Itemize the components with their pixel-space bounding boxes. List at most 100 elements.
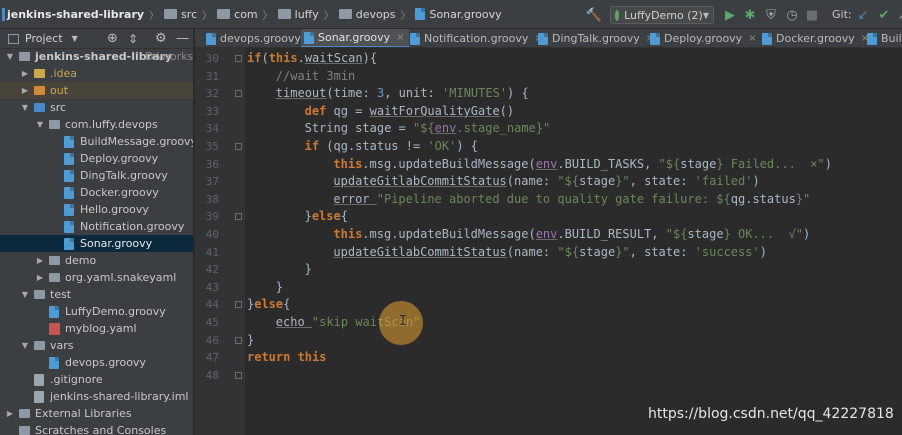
tree-item-label: com.luffy.devops [65,118,158,131]
folder-icon [217,9,231,19]
project-view-title[interactable]: Project [25,32,63,45]
collapse-all-icon[interactable]: ⇕ [128,32,138,46]
close-tab-icon[interactable]: × [396,32,404,43]
editor-tab[interactable]: DingTalk.groovy× [535,29,658,47]
tree-item[interactable]: ▶ .idea [0,65,193,82]
fold-marker-icon[interactable] [235,371,242,379]
collapse-arrow-icon[interactable]: ▶ [20,86,30,95]
code-token: stage [680,156,717,171]
breadcrumb-item[interactable]: Sonar.groovy [415,8,502,21]
profile-icon[interactable]: ◷ [784,7,800,23]
code-token: waitForQualityGate [369,103,500,118]
collapse-arrow-icon[interactable]: ▶ [35,273,45,282]
code-token: ) [752,174,760,189]
fold-marker-icon[interactable] [235,90,242,98]
locate-file-icon[interactable]: ⊕ [107,31,118,46]
tree-item[interactable]: ▶ out [0,82,193,99]
code-token: } OK... √" [723,227,804,241]
tree-item[interactable]: ▶ External Libraries [0,405,193,422]
breadcrumb-item[interactable]: jenkins-shared-library [0,7,144,21]
fold-marker-icon[interactable] [235,301,242,309]
code-token: ( [506,244,515,259]
git-commit-icon[interactable]: ✔ [876,7,892,23]
run-configuration-select[interactable]: LuffyDemo (2) ▼ [610,6,714,24]
tree-item[interactable]: myblog.yaml [0,320,193,337]
collapse-arrow-icon[interactable]: ▶ [35,256,45,265]
tree-item[interactable]: ▼jenkins-shared-libraryD:\worksp [0,48,193,65]
tree-item[interactable]: .gitignore [0,371,193,388]
code-line: } [276,279,283,296]
tree-item[interactable]: ▶ org.yaml.snakeyaml [0,269,193,286]
fold-marker-icon[interactable] [235,336,242,344]
tree-item[interactable]: ▶ demo [0,252,193,269]
hide-panel-icon[interactable]: — [176,31,189,46]
breadcrumb-item[interactable]: com [217,8,258,21]
git-update-icon[interactable]: ↙ [855,7,871,23]
tree-item-label: Scratches and Consoles [35,424,167,435]
tree-item-label: LuffyDemo.groovy [65,305,166,318]
tree-item-label: devops.groovy [65,356,146,369]
tree-item[interactable]: LuffyDemo.groovy [0,303,193,320]
tree-item[interactable]: DingTalk.groovy [0,167,193,184]
code-token: this [333,227,363,241]
close-tab-icon[interactable]: × [748,33,756,44]
editor-tab[interactable]: Buil [864,29,902,47]
editor-gutter: 30 31 32 33 34 35 36 37 38 39 40 41 42 43 44 45 46 47 48 [195,48,245,435]
groovy-file-icon [64,186,74,199]
code-token: ){ [362,51,378,65]
code-line: } [305,261,312,278]
expand-arrow-icon[interactable]: ▼ [35,120,45,129]
tree-item[interactable]: jenkins-shared-library.iml [0,388,193,405]
code-token: if [247,51,262,65]
breadcrumb-item[interactable]: devops [338,8,395,21]
debug-icon[interactable]: ✱ [742,7,758,23]
tree-item[interactable]: Hello.groovy [0,201,193,218]
code-editor[interactable]: if(this.waitScan){//wait 3min timeout(tim… [245,48,902,435]
tree-item[interactable]: Deploy.groovy [0,150,193,167]
fold-marker-icon[interactable] [235,143,242,150]
fold-marker-icon[interactable] [235,213,242,221]
editor-tab[interactable]: Deploy.groovy × [647,29,761,47]
breadcrumb-item[interactable]: src [164,8,197,21]
tree-item[interactable]: ▼ com.luffy.devops [0,116,193,133]
code-line: return this [247,349,326,366]
tree-item[interactable]: Docker.groovy [0,184,193,201]
tree-item-label: Docker.groovy [80,186,159,199]
expand-arrow-icon[interactable]: ▼ [20,103,30,112]
code-line: }else{ [305,208,348,225]
editor-tab[interactable]: Sonar.groovy × [301,29,409,47]
expand-arrow-icon[interactable]: ▼ [20,290,30,299]
collapse-arrow-icon[interactable]: ▶ [20,69,30,78]
code-token: } [247,332,255,347]
tree-item[interactable]: Notification.groovy [0,218,193,235]
tree-item[interactable]: ▼ vars [0,337,193,354]
chevron-down-icon[interactable]: ▼ [72,34,78,43]
line-number: 48 [205,368,219,382]
tree-item[interactable]: ▼ test [0,286,193,303]
code-token: return this [247,350,327,365]
expand-arrow-icon[interactable]: ▼ [20,341,30,350]
stop-icon[interactable]: ■ [804,7,820,23]
tree-item[interactable]: BuildMessage.groovy [0,133,193,150]
code-token: , [629,174,645,189]
tree-item[interactable]: Scratches and Consoles [0,422,193,435]
editor-tab[interactable]: Notification.groovy× [407,29,547,47]
coverage-icon[interactable]: ⛨ [763,7,779,23]
settings-gear-icon[interactable]: ⚙ [155,31,167,46]
code-token: }" [795,191,811,206]
code-token: 'OK' [427,139,457,153]
editor-tab[interactable]: Docker.groovy × [759,29,873,47]
tree-item[interactable]: ▼ src [0,99,193,116]
expand-arrow-icon[interactable]: ▼ [5,52,15,61]
code-token: if [304,139,327,153]
tree-item[interactable]: Sonar.groovy [0,235,193,252]
code-token: ( [261,51,269,65]
run-icon[interactable]: ▶ [722,7,738,23]
collapse-arrow-icon[interactable]: ▶ [5,409,15,418]
line-number: 32 [205,87,219,101]
git-push-icon[interactable]: ↗ [895,7,902,23]
tree-item[interactable]: devops.groovy [0,354,193,371]
breadcrumb-item[interactable]: luffy [277,8,319,21]
build-hammer-icon[interactable]: 🔨 [586,7,602,23]
fold-marker-icon[interactable] [235,55,242,62]
